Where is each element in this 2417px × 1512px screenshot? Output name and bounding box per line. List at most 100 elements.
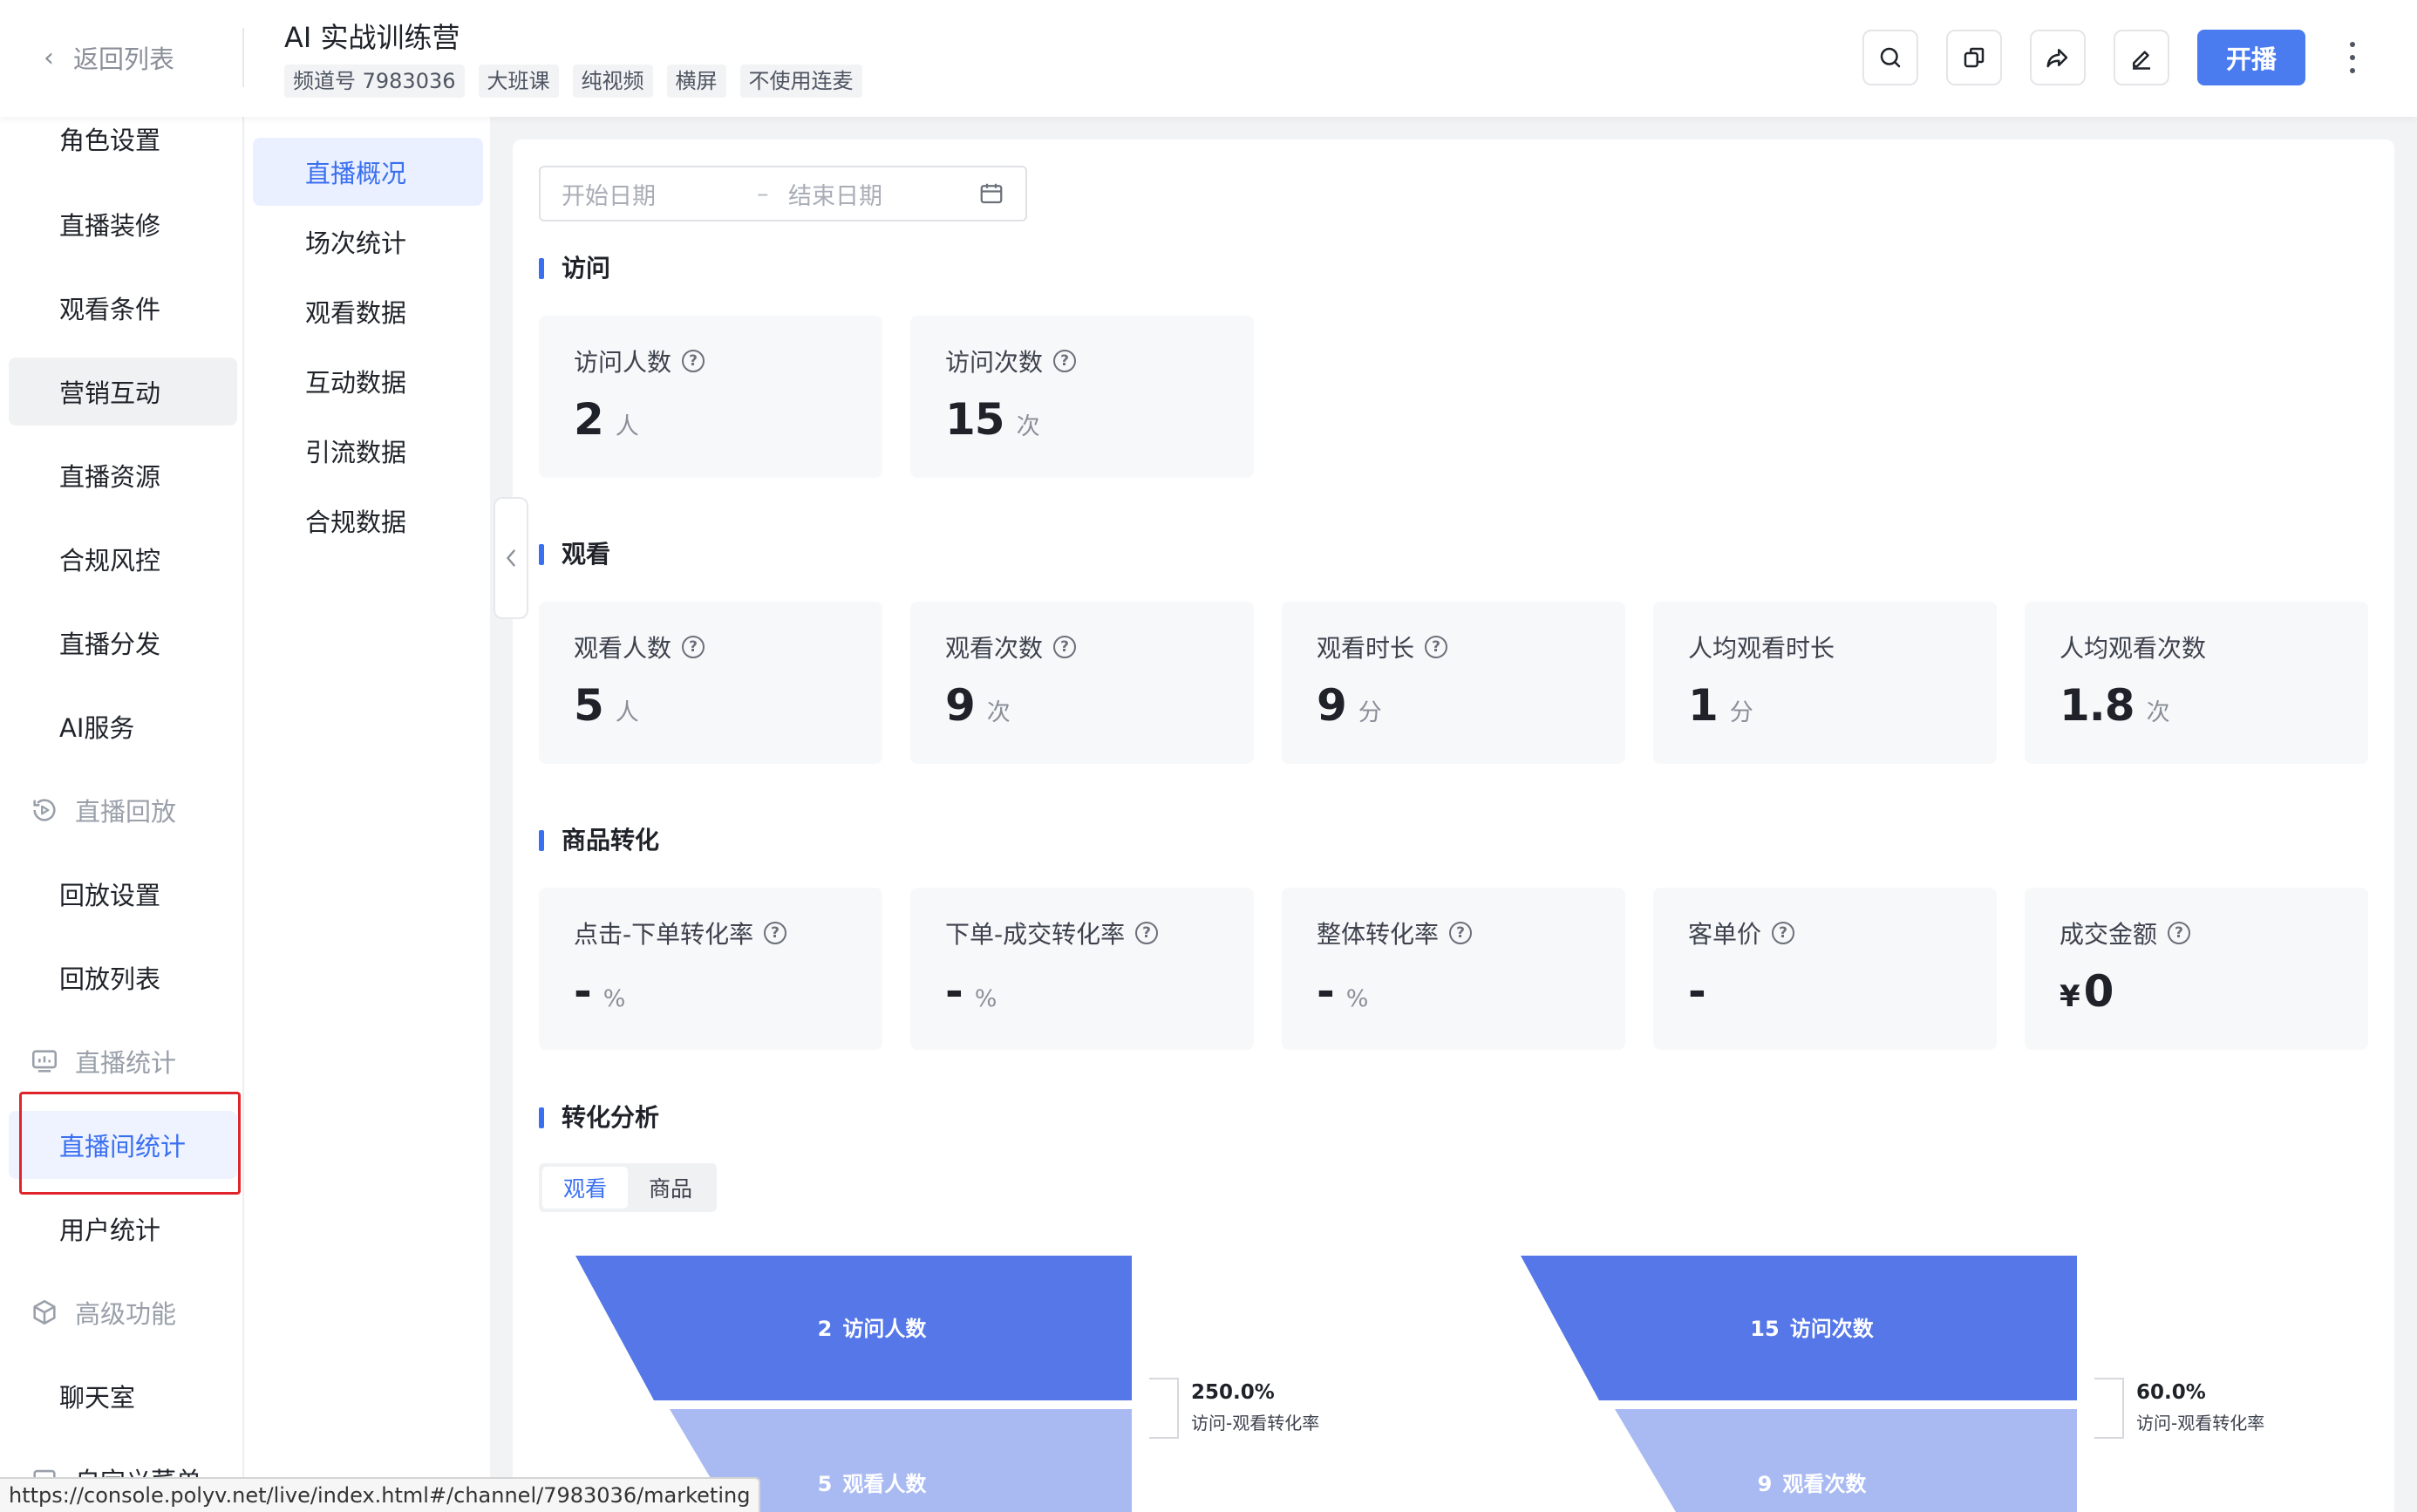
subnav-item-compliance-data[interactable]: 合规数据 — [253, 487, 483, 555]
sidebar-item-live-resources[interactable]: 直播资源 — [9, 441, 237, 509]
help-icon[interactable]: ? — [1772, 922, 1795, 944]
stat-label: 观看人数 — [574, 634, 672, 663]
stat-label-row: 人均观看次数 — [2060, 630, 2206, 664]
sidebar-item-room-stats[interactable]: 直播间统计 — [9, 1111, 237, 1179]
conversion-rate-label: 访问-观看转化率 — [2136, 1413, 2265, 1434]
sidebar-item-chatroom[interactable]: 聊天室 — [9, 1362, 237, 1430]
stat-value: 0 — [2083, 966, 2114, 1017]
help-icon[interactable]: ? — [1135, 922, 1159, 944]
stat-value: - — [574, 966, 592, 1017]
stat-value-row: ¥0 — [2060, 966, 2114, 1017]
help-icon[interactable]: ? — [1053, 350, 1077, 372]
conversion-rate: 60.0% — [2136, 1381, 2206, 1404]
dot-icon — [2350, 68, 2355, 73]
subnav-item-traffic-data[interactable]: 引流数据 — [253, 417, 483, 485]
stat-card-deal-amount: 成交金额? ¥0 — [2025, 888, 2368, 1050]
back-to-list-link[interactable]: ‹ 返回列表 — [44, 38, 174, 77]
sidebar-item-replay-list[interactable]: 回放列表 — [9, 943, 237, 1011]
help-icon[interactable]: ? — [764, 922, 787, 944]
sidebar-item-marketing[interactable]: 营销互动 — [9, 358, 237, 426]
conversion-bracket — [2094, 1378, 2124, 1439]
collapse-subnav-button[interactable] — [494, 497, 528, 619]
conversion-rate: 250.0% — [1191, 1381, 1275, 1404]
sidebar-item-distribution[interactable]: 直播分发 — [9, 609, 237, 677]
stat-value-row: 9分 — [1317, 680, 1382, 731]
divider — [242, 28, 244, 87]
tab-watch[interactable]: 观看 — [542, 1167, 628, 1209]
tab-goods[interactable]: 商品 — [628, 1167, 713, 1209]
stat-card-order-deal-rate: 下单-成交转化率? -% — [910, 888, 1254, 1050]
stat-unit: % — [1345, 985, 1369, 1012]
help-icon[interactable]: ? — [682, 350, 705, 372]
stat-label-row: 观看次数? — [945, 630, 1077, 664]
back-label: 返回列表 — [73, 44, 175, 74]
stat-label: 人均观看次数 — [2060, 634, 2207, 663]
subnav-item-watch-data[interactable]: 观看数据 — [253, 277, 483, 345]
page-title: AI 实战训练营 — [284, 21, 460, 54]
stat-value-row: - — [1688, 966, 1706, 1017]
sidebar-item-replay-settings[interactable]: 回放设置 — [9, 860, 237, 928]
section-title-goods: 商品转化 — [539, 825, 659, 856]
more-menu-button[interactable] — [2342, 35, 2363, 80]
stat-label-row: 访问人数? — [574, 344, 705, 378]
subnav-item-interaction-data[interactable]: 互动数据 — [253, 347, 483, 415]
help-icon[interactable]: ? — [1449, 922, 1473, 944]
copy-button[interactable] — [1946, 30, 2002, 85]
chevron-left-icon: ‹ — [44, 42, 54, 73]
sidebar-item-compliance[interactable]: 合规风控 — [9, 525, 237, 593]
stat-value: - — [1688, 966, 1706, 1017]
stats-icon — [31, 1050, 58, 1073]
share-button[interactable] — [2030, 30, 2086, 85]
stat-value: - — [1317, 966, 1335, 1017]
date-separator: – — [757, 180, 769, 208]
date-range-picker[interactable]: 开始日期 – 结束日期 — [539, 166, 1027, 221]
sidebar-group-label: 直播回放 — [75, 797, 177, 827]
start-live-button[interactable]: 开播 — [2197, 30, 2305, 85]
stat-label: 观看时长 — [1317, 634, 1415, 663]
chevron-left-icon — [507, 549, 515, 567]
stat-label-row: 点击-下单转化率? — [574, 916, 787, 950]
help-icon[interactable]: ? — [682, 636, 705, 658]
sidebar-item-watch-conditions[interactable]: 观看条件 — [9, 274, 237, 342]
sidebar-group-label: 直播统计 — [75, 1048, 177, 1078]
stat-label-row: 整体转化率? — [1317, 916, 1473, 950]
help-icon[interactable]: ? — [2168, 922, 2191, 944]
sidebar-item-ai-service[interactable]: AI服务 — [9, 692, 237, 760]
help-icon[interactable]: ? — [1053, 636, 1077, 658]
section-title-watch: 观看 — [539, 539, 610, 570]
funnel-stage-bottom — [1615, 1409, 2077, 1512]
section-title-visit: 访问 — [539, 253, 610, 284]
sidebar-group-replay[interactable]: 直播回放 — [9, 776, 237, 844]
sidebar-group-label: 高级功能 — [75, 1299, 177, 1329]
stat-unit: 人 — [615, 699, 639, 726]
cube-icon — [33, 1299, 56, 1325]
stat-unit: 次 — [986, 699, 1011, 726]
sidebar-item-role-settings[interactable]: 角色设置 — [9, 117, 237, 173]
currency-symbol: ¥ — [2060, 979, 2080, 1014]
stat-card-views: 观看次数? 9次 — [910, 602, 1254, 764]
help-icon[interactable]: ? — [1425, 636, 1448, 658]
stat-label: 人均观看时长 — [1688, 634, 1835, 663]
sub-navigation: 直播概况 场次统计 观看数据 互动数据 引流数据 合规数据 — [246, 117, 490, 1512]
subnav-item-overview[interactable]: 直播概况 — [253, 138, 483, 206]
subnav-item-session-stats[interactable]: 场次统计 — [253, 208, 483, 276]
calendar-icon — [980, 183, 1003, 204]
start-date-input[interactable]: 开始日期 — [562, 177, 656, 211]
share-icon — [2046, 49, 2068, 68]
stat-label: 访问人数 — [574, 348, 672, 377]
sidebar-group-advanced[interactable]: 高级功能 — [9, 1278, 237, 1346]
end-date-input[interactable]: 结束日期 — [788, 177, 882, 211]
sidebar-group-stats[interactable]: 直播统计 — [9, 1027, 237, 1095]
orientation-tag: 横屏 — [666, 65, 726, 98]
copy-icon — [1964, 47, 1985, 68]
conversion-rate-label: 访问-观看转化率 — [1191, 1413, 1320, 1434]
stat-value-row: -% — [945, 966, 997, 1017]
top-bar: ‹ 返回列表 AI 实战训练营 频道号 7983036 大班课 纯视频 横屏 不… — [0, 0, 2417, 117]
dot-icon — [2350, 42, 2355, 47]
sidebar-item-user-stats[interactable]: 用户统计 — [9, 1195, 237, 1263]
sidebar-item-live-decoration[interactable]: 直播装修 — [9, 190, 237, 258]
edit-button[interactable] — [2114, 30, 2169, 85]
search-button[interactable] — [1862, 30, 1918, 85]
stat-value-row: 1.8 次 — [2060, 680, 2170, 731]
sidebar: 角色设置 直播装修 观看条件 营销互动 直播资源 合规风控 直播分发 AI服务 … — [0, 117, 244, 1512]
